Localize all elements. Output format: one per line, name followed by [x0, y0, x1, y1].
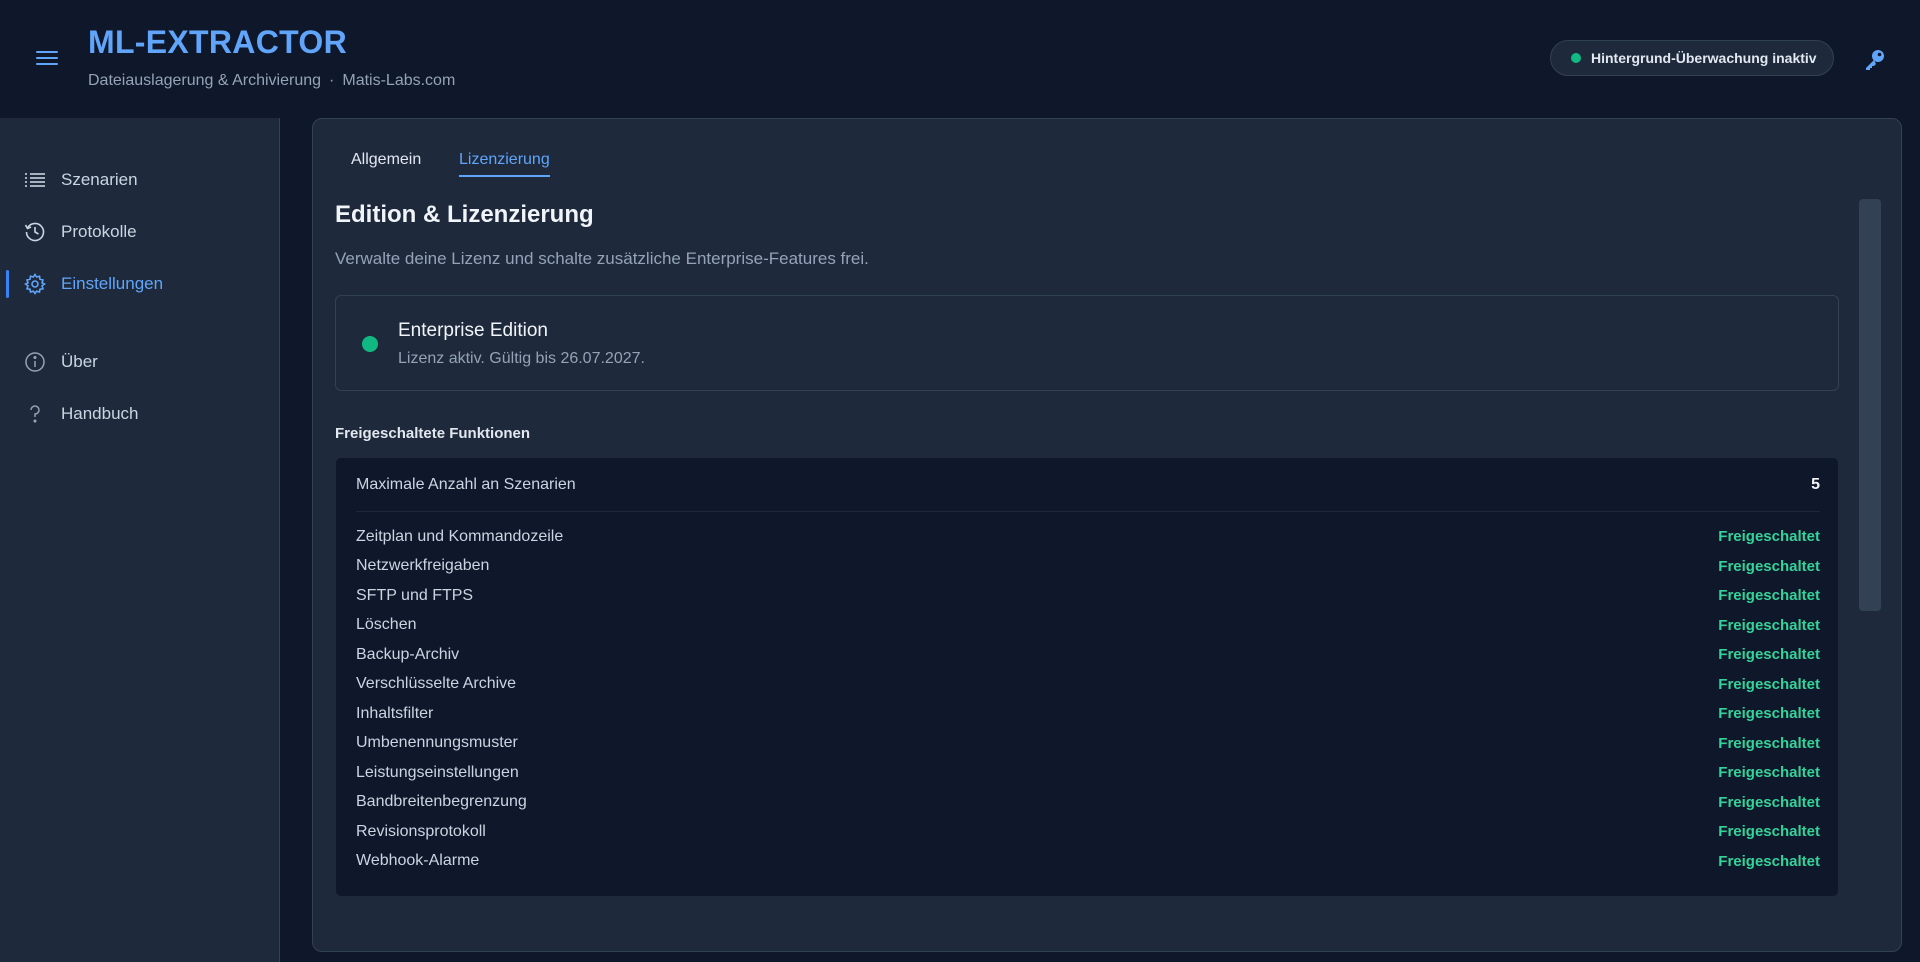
- license-validity: Lizenz aktiv. Gültig bis 26.07.2027.: [398, 350, 645, 367]
- list-item: Löschen Freigeschaltet: [356, 611, 1820, 641]
- status-dot: [1571, 53, 1581, 63]
- feature-name: Revisionsprotokoll: [356, 822, 486, 840]
- settings-panel: Allgemein Lizenzierung Edition & Lizenzi…: [312, 118, 1902, 952]
- max-scenarios-row: Maximale Anzahl an Szenarien 5: [356, 458, 1820, 512]
- list-item: Zeitplan und Kommandozeile Freigeschaltet: [356, 522, 1820, 552]
- feature-state: Freigeschaltet: [1718, 764, 1820, 782]
- feature-name: Inhaltsfilter: [356, 704, 434, 722]
- history-icon: [24, 221, 46, 243]
- sidebar-item-label: Protokolle: [61, 222, 137, 241]
- feature-name: Netzwerkfreigaben: [356, 557, 490, 575]
- sidebar: Szenarien Protokolle Einstellungen Über …: [0, 118, 280, 962]
- feature-state: Freigeschaltet: [1718, 616, 1820, 634]
- tab-allgemein[interactable]: Allgemein: [351, 151, 421, 175]
- list-item: Verschlüsselte Archive Freigeschaltet: [356, 670, 1820, 700]
- background-monitor-status[interactable]: Hintergrund-Überwachung inaktiv: [1550, 40, 1834, 76]
- max-scenarios-label: Maximale Anzahl an Szenarien: [356, 475, 576, 493]
- app-subtitle: Dateiauslagerung & Archivierung · Matis-La…: [88, 72, 455, 90]
- sidebar-item-ueber[interactable]: Über: [0, 342, 280, 382]
- feature-rows: Zeitplan und Kommandozeile Freigeschaltet…: [356, 522, 1820, 876]
- sidebar-item-label: Einstellungen: [61, 274, 164, 293]
- question-icon: [24, 403, 46, 425]
- edition-name: Enterprise Edition: [398, 320, 548, 341]
- feature-name: Löschen: [356, 616, 417, 634]
- info-icon: [24, 351, 46, 373]
- subtitle-text: Dateiauslagerung & Archivierung: [88, 72, 322, 89]
- feature-name: Umbenennungsmuster: [356, 734, 518, 752]
- section-description: Verwalte deine Lizenz und schalte zusätz…: [335, 249, 869, 268]
- feature-state: Freigeschaltet: [1718, 823, 1820, 841]
- list-item: Bandbreitenbegrenzung Freigeschaltet: [356, 788, 1820, 818]
- feature-state: Freigeschaltet: [1718, 646, 1820, 664]
- feature-state: Freigeschaltet: [1718, 528, 1820, 546]
- scrollbar-thumb[interactable]: [1859, 199, 1881, 611]
- feature-name: Webhook-Alarme: [356, 852, 480, 870]
- website-link[interactable]: Matis-Labs.com: [342, 72, 455, 89]
- sidebar-item-label: Handbuch: [61, 404, 139, 423]
- feature-name: Zeitplan und Kommandozeile: [356, 527, 564, 545]
- sidebar-item-label: Über: [61, 352, 98, 371]
- section-title: Edition & Lizenzierung: [335, 201, 594, 228]
- list-item: Webhook-Alarme Freigeschaltet: [356, 847, 1820, 877]
- feature-name: Backup-Archiv: [356, 645, 460, 663]
- list-item: Umbenennungsmuster Freigeschaltet: [356, 729, 1820, 759]
- sidebar-item-protokolle[interactable]: Protokolle: [0, 212, 280, 252]
- feature-state: Freigeschaltet: [1718, 675, 1820, 693]
- hamburger-icon[interactable]: [34, 46, 60, 70]
- feature-state: Freigeschaltet: [1718, 734, 1820, 752]
- features-list: Maximale Anzahl an Szenarien 5 Zeitplan …: [335, 457, 1839, 897]
- sidebar-item-handbuch[interactable]: Handbuch: [0, 394, 280, 434]
- list-item: Revisionsprotokoll Freigeschaltet: [356, 817, 1820, 847]
- tab-lizenzierung[interactable]: Lizenzierung: [459, 151, 550, 177]
- feature-state: Freigeschaltet: [1718, 557, 1820, 575]
- feature-name: SFTP und FTPS: [356, 586, 474, 604]
- list-item: Backup-Archiv Freigeschaltet: [356, 640, 1820, 670]
- gear-icon: [24, 273, 46, 295]
- features-heading: Freigeschaltete Funktionen: [335, 425, 531, 442]
- key-icon[interactable]: [1862, 46, 1888, 72]
- feature-name: Bandbreitenbegrenzung: [356, 793, 527, 811]
- app-header: ML-EXTRACTOR Dateiauslagerung & Archivie…: [0, 0, 1920, 118]
- feature-state: Freigeschaltet: [1718, 705, 1820, 723]
- sidebar-item-einstellungen[interactable]: Einstellungen: [0, 264, 280, 304]
- edition-card: Enterprise Edition Lizenz aktiv. Gültig …: [335, 295, 1839, 391]
- feature-name: Leistungseinstellungen: [356, 763, 519, 781]
- list-item: SFTP und FTPS Freigeschaltet: [356, 581, 1820, 611]
- feature-name: Verschlüsselte Archive: [356, 675, 517, 693]
- license-status-dot: [362, 336, 378, 352]
- list-item: Inhaltsfilter Freigeschaltet: [356, 699, 1820, 729]
- sidebar-item-label: Szenarien: [61, 170, 138, 189]
- status-label: Hintergrund-Überwachung inaktiv: [1591, 50, 1817, 66]
- feature-state: Freigeschaltet: [1718, 587, 1820, 605]
- feature-state: Freigeschaltet: [1718, 793, 1820, 811]
- feature-state: Freigeschaltet: [1718, 852, 1820, 870]
- list-item: Leistungseinstellungen Freigeschaltet: [356, 758, 1820, 788]
- sidebar-item-szenarien[interactable]: Szenarien: [0, 160, 280, 200]
- max-scenarios-value: 5: [1811, 475, 1820, 493]
- list-item: Netzwerkfreigaben Freigeschaltet: [356, 552, 1820, 582]
- subtitle-separator: ·: [329, 72, 335, 89]
- app-title: ML-EXTRACTOR: [88, 24, 347, 60]
- list-icon: [24, 169, 46, 191]
